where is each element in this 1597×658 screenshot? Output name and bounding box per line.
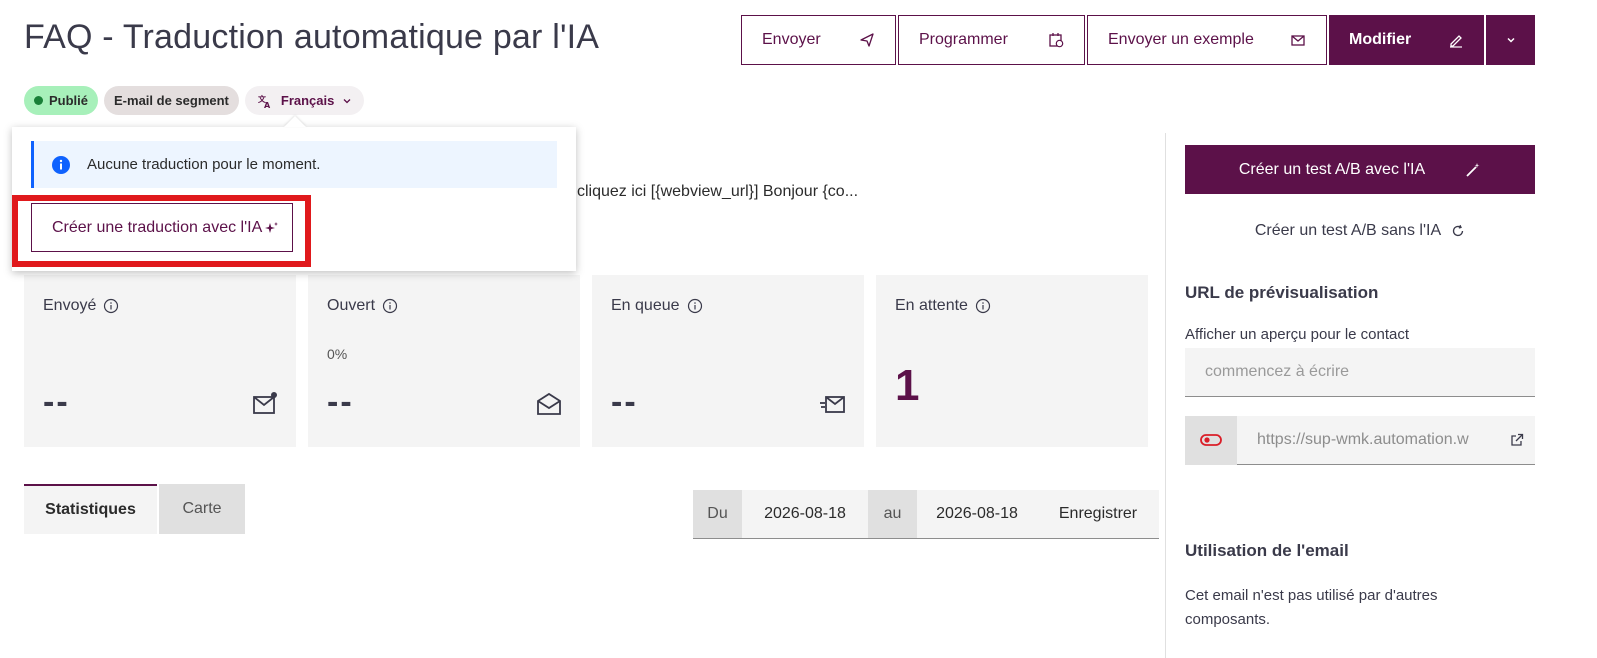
- email-usage-text: Cet email n'est pas utilisé par d'autres…: [1185, 587, 1438, 628]
- ab-test-no-ai-button[interactable]: Créer un test A/B sans l'IA: [1185, 214, 1535, 248]
- date-from-label: Du: [693, 490, 742, 538]
- translation-notice-text: Aucune traduction pour le moment.: [87, 156, 321, 173]
- sidebar-divider: [1165, 133, 1166, 658]
- ai-sparkle-icon: [265, 221, 279, 233]
- language-label: Français: [280, 93, 335, 108]
- tags: Publié E-mail de segment 文A Français: [24, 86, 365, 115]
- status-dot: [34, 96, 43, 105]
- send-icon: [860, 33, 874, 47]
- email-usage-heading: Utilisation de l'email: [1185, 541, 1349, 560]
- type-label: E-mail de segment: [114, 93, 229, 108]
- svg-text:A: A: [264, 101, 271, 109]
- calendar-clock-icon: [1049, 33, 1064, 48]
- send-sample-button-label: Envoyer un exemple: [1108, 31, 1254, 48]
- mail-notification-icon: [253, 392, 277, 414]
- type-badge: E-mail de segment: [104, 86, 239, 115]
- info-outline-icon[interactable]: [687, 298, 703, 314]
- date-to-input[interactable]: 2026-08-18: [917, 490, 1037, 538]
- stat-label: En queue: [611, 297, 703, 315]
- tab-map[interactable]: Carte: [159, 484, 245, 534]
- stat-value: 1: [895, 361, 920, 410]
- date-range: Du 2026-08-18 au 2026-08-18 Enregistrer: [693, 490, 1159, 539]
- save-date-button[interactable]: Enregistrer: [1037, 490, 1159, 538]
- info-outline-icon[interactable]: [103, 298, 119, 314]
- status-label: Publié: [49, 93, 89, 108]
- preview-url-text[interactable]: https://sup-wmk.automation.w: [1237, 431, 1499, 449]
- ab-test-ai-label: Créer un test A/B avec l'IA: [1238, 160, 1426, 178]
- stat-tile-sent: Envoyé --: [24, 275, 296, 447]
- stat-value: --: [327, 383, 354, 421]
- stat-label: En attente: [895, 297, 991, 315]
- status-badge: Publié: [24, 86, 99, 115]
- toggle-icon: [1200, 434, 1222, 446]
- stat-tile-opened: Ouvert 0% --: [308, 275, 580, 447]
- page-title: FAQ - Traduction automatique par l'IA: [24, 18, 600, 56]
- send-button[interactable]: Envoyer: [741, 15, 896, 65]
- preview-url-heading: URL de prévisualisation: [1185, 283, 1379, 302]
- stat-label-text: Envoyé: [43, 297, 97, 314]
- info-icon: [52, 155, 70, 174]
- send-sample-button[interactable]: Envoyer un exemple: [1087, 15, 1327, 65]
- chevron-down-icon: [343, 98, 351, 103]
- stat-label-text: En queue: [611, 297, 680, 314]
- magic-wand-icon: [1466, 162, 1480, 177]
- mail-icon: [1291, 35, 1305, 46]
- info-outline-icon[interactable]: [382, 298, 398, 314]
- page: FAQ - Traduction automatique par l'IA En…: [0, 0, 1597, 658]
- stat-tile-pending: En attente 1: [876, 275, 1148, 447]
- preview-toggle[interactable]: [1185, 415, 1237, 465]
- mail-open-icon: [537, 392, 561, 415]
- stat-tile-queued: En queue --: [592, 275, 864, 447]
- more-actions-button[interactable]: [1486, 15, 1535, 65]
- ab-test-no-ai-label: Créer un test A/B sans l'IA: [1254, 222, 1442, 239]
- translate-icon: 文A: [258, 94, 271, 109]
- tabs: Statistiques Carte: [24, 484, 245, 534]
- ab-test-ai-button[interactable]: Créer un test A/B avec l'IA: [1185, 145, 1535, 194]
- stat-percent: 0%: [327, 346, 348, 362]
- header-actions: Envoyer Programmer Envoyer un exemple Mo…: [741, 15, 1535, 65]
- send-button-label: Envoyer: [762, 31, 821, 48]
- pencil-icon: [1450, 35, 1462, 48]
- email-preview-snippet: cliquez ici [{webview_url}] Bonjour {co.…: [577, 183, 859, 200]
- translation-popover: Aucune traduction pour le moment. Créer …: [12, 127, 576, 271]
- contact-search-input[interactable]: [1185, 348, 1535, 397]
- create-translation-label: Créer une traduction avec l'IA: [52, 218, 263, 236]
- edit-button-label: Modifier: [1349, 31, 1412, 48]
- contact-preview-label: Afficher un aperçu pour le contact: [1185, 326, 1410, 343]
- chevron-down-icon: [1506, 37, 1515, 43]
- stat-label-text: Ouvert: [327, 297, 376, 314]
- preview-url-field: https://sup-wmk.automation.w: [1185, 415, 1535, 465]
- mail-send-icon: [820, 396, 845, 413]
- create-translation-button[interactable]: Créer une traduction avec l'IA: [31, 203, 293, 252]
- schedule-button[interactable]: Programmer: [898, 15, 1085, 65]
- stat-label: Envoyé: [43, 297, 119, 315]
- schedule-button-label: Programmer: [919, 31, 1008, 48]
- stat-value: --: [43, 383, 70, 421]
- edit-button[interactable]: Modifier: [1329, 15, 1484, 65]
- stat-label: Ouvert: [327, 297, 398, 315]
- open-preview-button[interactable]: [1499, 433, 1535, 447]
- language-selector[interactable]: 文A Français: [244, 86, 365, 115]
- date-from-input[interactable]: 2026-08-18: [742, 490, 868, 538]
- popover-caret: [284, 116, 306, 127]
- translation-notice: Aucune traduction pour le moment.: [31, 141, 557, 188]
- stat-value: --: [611, 383, 638, 421]
- stat-tiles: Envoyé -- Ouvert 0% -- En queue -- En at…: [24, 275, 1148, 447]
- tab-statistics[interactable]: Statistiques: [24, 484, 157, 534]
- date-to-label: au: [868, 490, 917, 538]
- external-link-icon: [1511, 433, 1524, 446]
- info-outline-icon[interactable]: [975, 298, 991, 314]
- refresh-icon: [1453, 224, 1464, 237]
- stat-label-text: En attente: [895, 297, 968, 314]
